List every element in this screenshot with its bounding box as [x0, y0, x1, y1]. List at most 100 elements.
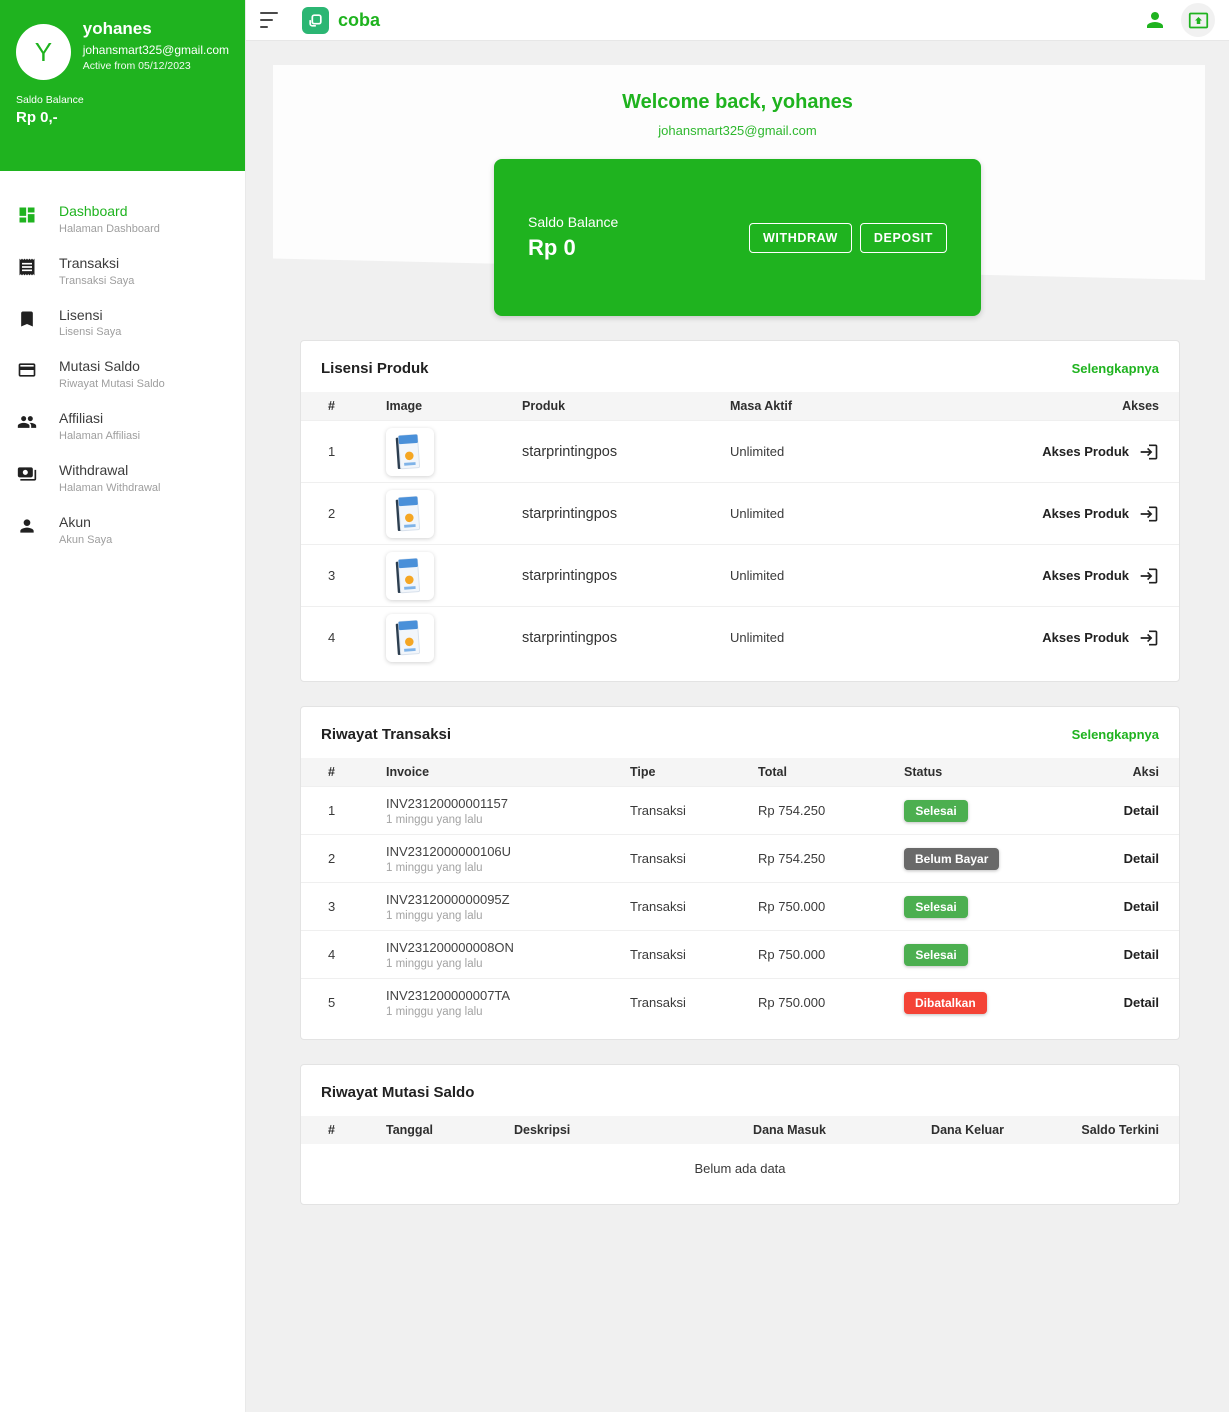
payments-icon [17, 464, 37, 484]
akses-produk-label: Akses Produk [1042, 506, 1129, 521]
lisensi-table-header: # Image Produk Masa Aktif Akses [301, 392, 1179, 420]
present-to-all-button[interactable] [1181, 3, 1215, 37]
product-image [386, 552, 434, 600]
balance-card-value: Rp 0 [528, 235, 618, 261]
main-area: coba Welcome back, yohanes johansmart325… [246, 0, 1229, 1412]
sidebar-item-sub: Halaman Withdrawal [59, 482, 160, 494]
sidebar-item-sub: Halaman Affiliasi [59, 430, 140, 442]
present-to-all-icon [1188, 10, 1209, 31]
profile-name: yohanes [83, 18, 229, 41]
menu-toggle-icon[interactable] [260, 12, 280, 28]
akses-produk-link[interactable]: Akses Produk [979, 628, 1159, 648]
col-header: Produk [515, 399, 723, 413]
lisensi-produk-card: Lisensi Produk Selengkapnya # Image Prod… [300, 340, 1180, 682]
detail-link[interactable]: Detail [1079, 803, 1159, 818]
total: Rp 750.000 [751, 995, 897, 1010]
sidebar-item-label: Mutasi Saldo [59, 358, 165, 375]
row-number: 3 [321, 568, 379, 583]
table-row: 2 INV2312000000106U1 minggu yang lalu Tr… [301, 834, 1179, 882]
profile-active-since: Active from 05/12/2023 [83, 59, 229, 75]
tipe: Transaksi [623, 947, 751, 962]
sidebar-item-mutasi-saldo[interactable]: Mutasi Saldo Riwayat Mutasi Saldo [0, 348, 245, 400]
detail-link[interactable]: Detail [1079, 899, 1159, 914]
product-image [386, 490, 434, 538]
profile-email: johansmart325@gmail.com [83, 41, 229, 59]
lisensi-more-link[interactable]: Selengkapnya [1072, 361, 1159, 376]
masa-aktif: Unlimited [723, 630, 979, 645]
sidebar-item-label: Withdrawal [59, 462, 160, 479]
card-title: Riwayat Transaksi [321, 726, 451, 743]
card-title: Riwayat Mutasi Saldo [321, 1084, 474, 1101]
table-row: 3 starprintingpos Unlimited Akses Produk [301, 544, 1179, 606]
akses-produk-link[interactable]: Akses Produk [979, 504, 1159, 524]
credit-card-icon [17, 360, 37, 380]
col-header: Akses [979, 399, 1159, 413]
col-header: Aksi [1079, 765, 1159, 779]
invoice-time: 1 minggu yang lalu [386, 862, 623, 874]
masa-aktif: Unlimited [723, 568, 979, 583]
tipe: Transaksi [623, 851, 751, 866]
sidebar-item-sub: Transaksi Saya [59, 275, 134, 287]
sidebar-item-transaksi[interactable]: Transaksi Transaksi Saya [0, 245, 245, 297]
row-number: 2 [321, 851, 379, 866]
transaksi-more-link[interactable]: Selengkapnya [1072, 727, 1159, 742]
card-title: Lisensi Produk [321, 360, 429, 377]
invoice-number: INV23120000001157 [386, 796, 623, 811]
invoice-time: 1 minggu yang lalu [386, 910, 623, 922]
login-icon [1139, 504, 1159, 524]
sidebar-item-sub: Halaman Dashboard [59, 223, 160, 235]
sidebar-item-dashboard[interactable]: Dashboard Halaman Dashboard [0, 193, 245, 245]
detail-link[interactable]: Detail [1079, 947, 1159, 962]
row-number: 4 [321, 947, 379, 962]
row-number: 2 [321, 506, 379, 521]
col-header: Masa Aktif [723, 399, 979, 413]
balance-card-label: Saldo Balance [528, 214, 618, 230]
receipt-icon [17, 257, 37, 277]
row-number: 3 [321, 899, 379, 914]
deposit-button[interactable]: DEPOSIT [860, 223, 947, 253]
sidebar-item-sub: Akun Saya [59, 534, 112, 546]
sidebar-item-label: Transaksi [59, 255, 134, 272]
group-icon [17, 412, 37, 432]
sidebar-item-withdrawal[interactable]: Withdrawal Halaman Withdrawal [0, 452, 245, 504]
empty-state: Belum ada data [301, 1144, 1179, 1204]
invoice-number: INV231200000008ON [386, 940, 623, 955]
sidebar: Y yohanes johansmart325@gmail.com Active… [0, 0, 246, 1412]
sidebar-item-lisensi[interactable]: Lisensi Lisensi Saya [0, 297, 245, 349]
table-row: 2 starprintingpos Unlimited Akses Produk [301, 482, 1179, 544]
detail-link[interactable]: Detail [1079, 851, 1159, 866]
tipe: Transaksi [623, 899, 751, 914]
akses-produk-label: Akses Produk [1042, 444, 1129, 459]
col-header: Dana Masuk [727, 1123, 826, 1137]
login-icon [1139, 628, 1159, 648]
table-row: 5 INV231200000007TA1 minggu yang lalu Tr… [301, 978, 1179, 1026]
invoice-number: INV2312000000095Z [386, 892, 623, 907]
row-number: 5 [321, 995, 379, 1010]
status-badge: Selesai [904, 896, 968, 918]
invoice-time: 1 minggu yang lalu [386, 814, 623, 826]
app-logo-icon [302, 7, 329, 34]
table-row: 3 INV2312000000095Z 1 minggu yang lalu Tr… [301, 882, 1179, 930]
invoice-time: 1 minggu yang lalu [386, 958, 623, 970]
sidebar-item-akun[interactable]: Akun Akun Saya [0, 504, 245, 556]
brand[interactable]: coba [302, 7, 380, 34]
akses-produk-link[interactable]: Akses Produk [979, 442, 1159, 462]
row-number: 1 [321, 803, 379, 818]
masa-aktif: Unlimited [723, 444, 979, 459]
akses-produk-link[interactable]: Akses Produk [979, 566, 1159, 586]
sidebar-item-label: Affiliasi [59, 410, 140, 427]
riwayat-mutasi-saldo-card: Riwayat Mutasi Saldo # Tanggal Deskripsi… [300, 1064, 1180, 1205]
welcome-section: Welcome back, yohanes johansmart325@gmai… [246, 41, 1229, 316]
product-name: starprintingpos [515, 568, 723, 584]
welcome-email: johansmart325@gmail.com [246, 123, 1229, 138]
account-icon[interactable] [1143, 8, 1167, 32]
detail-link[interactable]: Detail [1079, 995, 1159, 1010]
sidebar-item-affiliasi[interactable]: Affiliasi Halaman Affiliasi [0, 400, 245, 452]
col-header: Dana Keluar [826, 1123, 1004, 1137]
withdraw-button[interactable]: WITHDRAW [749, 223, 852, 253]
sidebar-item-sub: Lisensi Saya [59, 326, 121, 338]
status-badge: Selesai [904, 800, 968, 822]
status-badge: Dibatalkan [904, 992, 987, 1014]
col-header: Tipe [623, 765, 751, 779]
col-header: # [321, 1123, 379, 1137]
